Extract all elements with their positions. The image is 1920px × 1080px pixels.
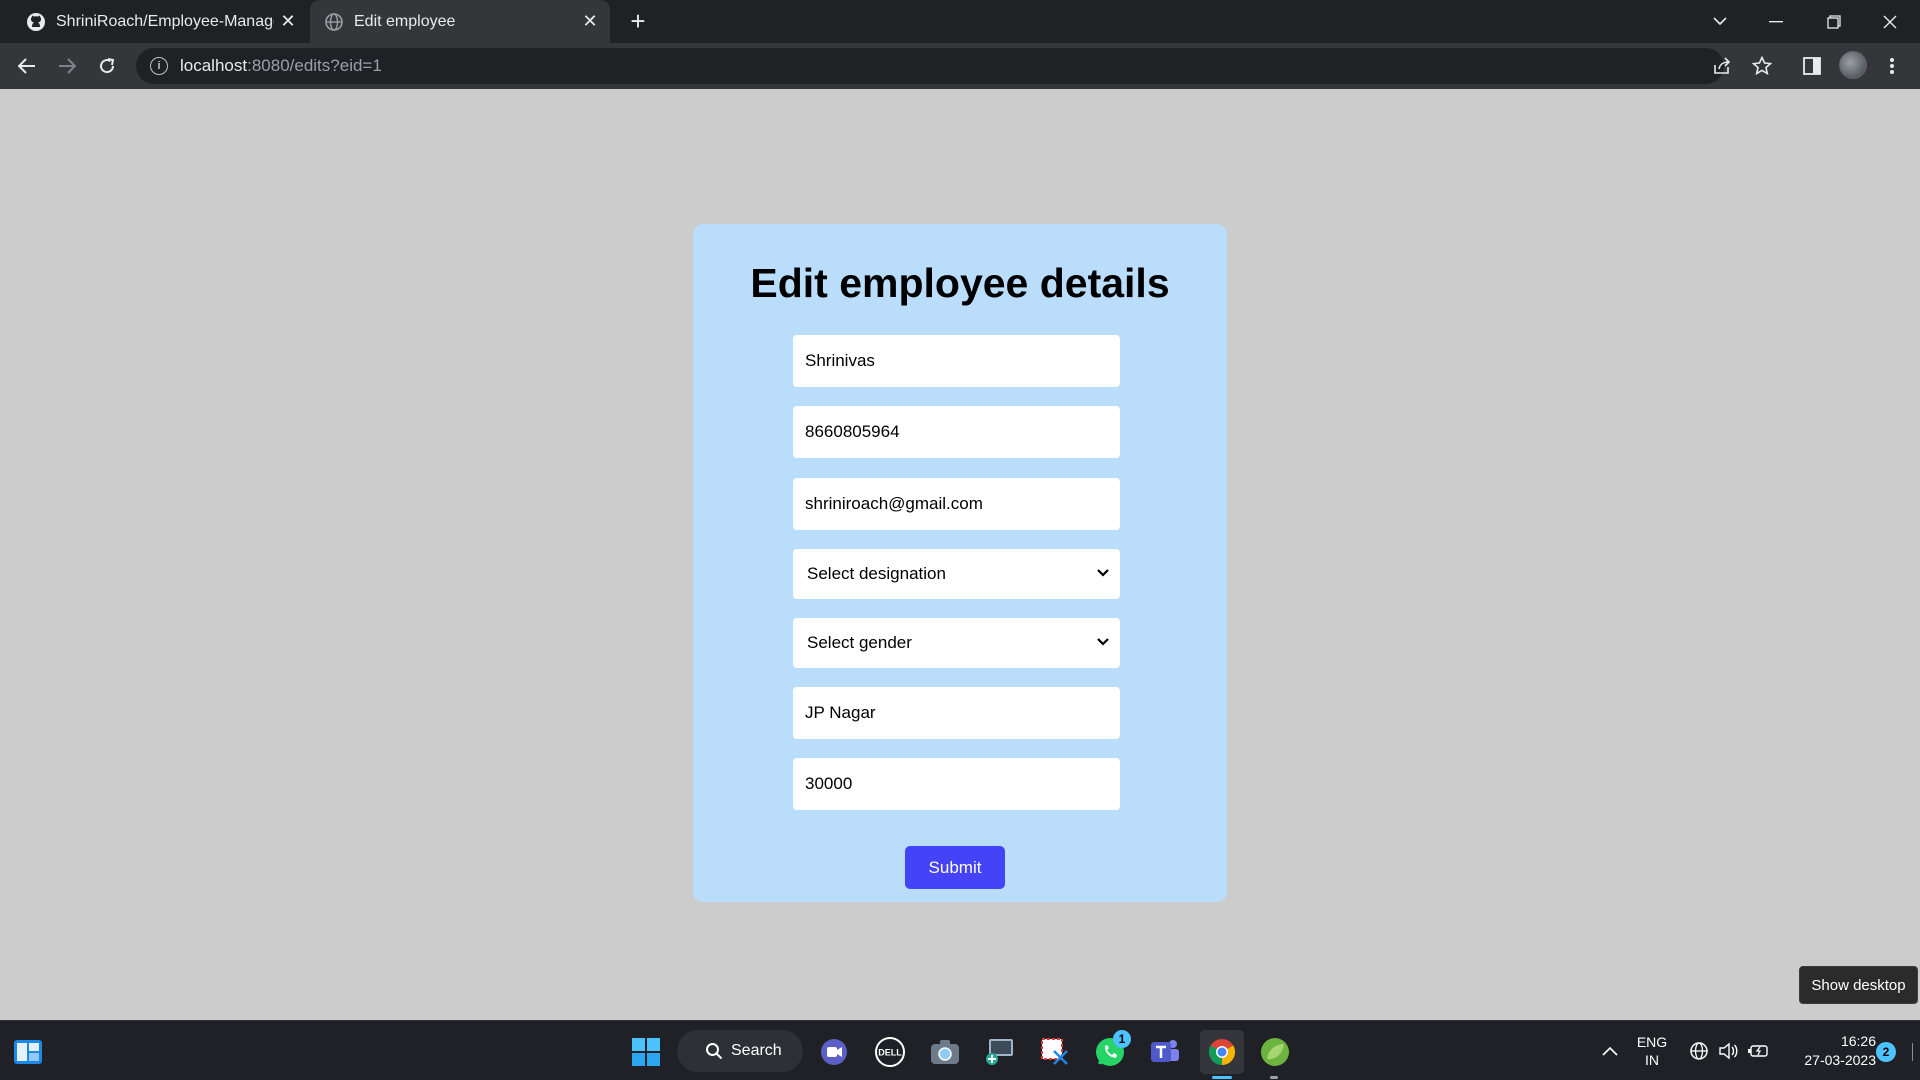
volume-icon[interactable]: [1715, 1021, 1741, 1080]
clock-date: 27-03-2023: [1804, 1052, 1876, 1068]
widgets-icon[interactable]: [8, 1032, 48, 1072]
edit-employee-card: Edit employee details Shrinivas 86608059…: [693, 224, 1227, 902]
name-field[interactable]: Shrinivas: [793, 335, 1120, 387]
search-label: Search: [731, 1042, 782, 1059]
clock[interactable]: 16:26 27-03-2023: [1780, 1021, 1876, 1080]
taskbar-search[interactable]: Search: [677, 1030, 803, 1072]
side-panel-icon[interactable]: [1795, 49, 1829, 83]
dell-icon[interactable]: DELL: [870, 1032, 910, 1072]
whatsapp-unread-badge: 1: [1113, 1030, 1131, 1048]
phone-field[interactable]: 8660805964: [793, 406, 1120, 458]
start-icon[interactable]: [626, 1032, 666, 1072]
search-icon: [706, 1043, 723, 1060]
close-tab-icon[interactable]: ✕: [274, 11, 302, 32]
designation-select-value: Select designation: [807, 564, 946, 583]
url-path: :8080/edits?eid=1: [247, 56, 382, 75]
forward-icon[interactable]: [50, 49, 84, 83]
language-region: IN: [1645, 1052, 1659, 1068]
gender-select-value: Select gender: [807, 633, 912, 652]
browser-tab-bar: ShriniRoach/Employee-Managem ✕ Edit empl…: [0, 0, 1920, 43]
language-indicator[interactable]: ENG IN: [1630, 1021, 1674, 1080]
battery-icon[interactable]: [1745, 1021, 1771, 1080]
chevron-down-icon: [1097, 569, 1109, 577]
bookmark-star-icon[interactable]: [1745, 49, 1779, 83]
tab-github[interactable]: ShriniRoach/Employee-Managem ✕: [12, 0, 308, 43]
tab-edit-employee[interactable]: Edit employee ✕: [310, 0, 610, 43]
email-field[interactable]: shriniroach@gmail.com: [793, 478, 1120, 530]
chrome-active-indicator: [1212, 1076, 1232, 1079]
meet-icon[interactable]: [814, 1032, 854, 1072]
back-icon[interactable]: [10, 49, 44, 83]
minimize-icon[interactable]: [1748, 0, 1804, 43]
clock-time: 16:26: [1840, 1033, 1876, 1049]
network-globe-icon[interactable]: [1686, 1021, 1712, 1080]
close-window-icon[interactable]: [1862, 0, 1918, 43]
url-host: localhost: [180, 56, 248, 75]
profile-avatar[interactable]: [1839, 51, 1867, 79]
spring-tools-icon[interactable]: [1255, 1032, 1295, 1072]
notification-count-badge[interactable]: 2: [1876, 1042, 1896, 1062]
browser-toolbar: i localhost:8080/edits?eid=1: [0, 43, 1920, 89]
github-icon: [26, 12, 46, 32]
chevron-down-icon: [1097, 638, 1109, 646]
close-tab-icon[interactable]: ✕: [576, 11, 604, 32]
share-icon[interactable]: [1705, 49, 1739, 83]
show-hidden-icons-chevron-up-icon[interactable]: [1598, 1021, 1622, 1080]
reload-icon[interactable]: [90, 49, 124, 83]
address-bar[interactable]: i localhost:8080/edits?eid=1: [136, 48, 1724, 84]
camera-icon[interactable]: [925, 1032, 965, 1072]
language-code: ENG: [1636, 1034, 1668, 1050]
show-desktop-tooltip: Show desktop: [1799, 966, 1918, 1004]
gender-select[interactable]: Select gender: [793, 618, 1120, 668]
chrome-icon[interactable]: [1200, 1030, 1244, 1074]
tab-search-icon[interactable]: [1692, 0, 1748, 43]
url-text: localhost:8080/edits?eid=1: [180, 56, 382, 76]
tab-title: Edit employee: [354, 12, 456, 30]
windows-taskbar: Search DELL 1 ENG IN 16:26 27-03-2023 2: [0, 1020, 1920, 1080]
submit-button[interactable]: Submit: [905, 846, 1005, 889]
svg-text:DELL: DELL: [878, 1048, 902, 1058]
site-info-icon[interactable]: i: [150, 57, 168, 75]
teams-icon[interactable]: [1145, 1032, 1185, 1072]
snipping-tool-icon[interactable]: [1035, 1032, 1075, 1072]
remote-desktop-icon[interactable]: [980, 1032, 1020, 1072]
spring-running-indicator: [1270, 1076, 1278, 1079]
restore-icon[interactable]: [1806, 0, 1862, 43]
tab-title: ShriniRoach/Employee-Managem: [56, 12, 274, 30]
show-desktop-edge[interactable]: [1912, 1043, 1913, 1061]
more-menu-icon[interactable]: [1875, 49, 1909, 83]
page-title: Edit employee details: [750, 260, 1170, 306]
address-field[interactable]: JP Nagar: [793, 687, 1120, 739]
new-tab-button[interactable]: +: [622, 5, 654, 37]
globe-icon: [324, 12, 344, 32]
salary-field[interactable]: 30000: [793, 758, 1120, 810]
designation-select[interactable]: Select designation: [793, 549, 1120, 599]
